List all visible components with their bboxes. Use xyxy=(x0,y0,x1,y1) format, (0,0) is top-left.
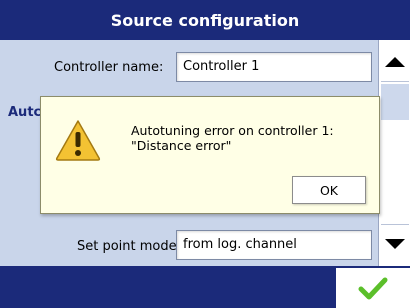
bottom-bar xyxy=(0,266,410,308)
section-heading: Autc xyxy=(8,105,42,120)
controller-name-label: Controller name: xyxy=(54,60,164,75)
dialog-message-line2: "Distance error" xyxy=(131,138,232,153)
arrow-up-icon xyxy=(385,57,405,67)
ok-button[interactable]: OK xyxy=(292,176,366,204)
scroll-down-button[interactable] xyxy=(381,224,409,263)
warning-icon xyxy=(55,120,101,161)
scroll-thumb[interactable] xyxy=(381,84,409,120)
error-dialog: Autotuning error on controller 1: "Dista… xyxy=(40,96,380,214)
confirm-button[interactable] xyxy=(336,268,410,308)
controller-name-input[interactable]: Controller 1 xyxy=(176,52,372,82)
title-bar: Source configuration xyxy=(0,0,410,40)
scroll-up-button[interactable] xyxy=(381,43,409,82)
dialog-message: Autotuning error on controller 1: "Dista… xyxy=(131,123,334,153)
set-point-mode-select[interactable]: from log. channel xyxy=(176,230,372,260)
page-title: Source configuration xyxy=(110,10,300,30)
scrollbar[interactable] xyxy=(378,40,410,266)
checkmark-icon xyxy=(358,277,388,300)
arrow-down-icon xyxy=(385,239,405,249)
dialog-message-line1: Autotuning error on controller 1: xyxy=(131,123,334,138)
set-point-mode-label: Set point mode: xyxy=(77,239,182,254)
